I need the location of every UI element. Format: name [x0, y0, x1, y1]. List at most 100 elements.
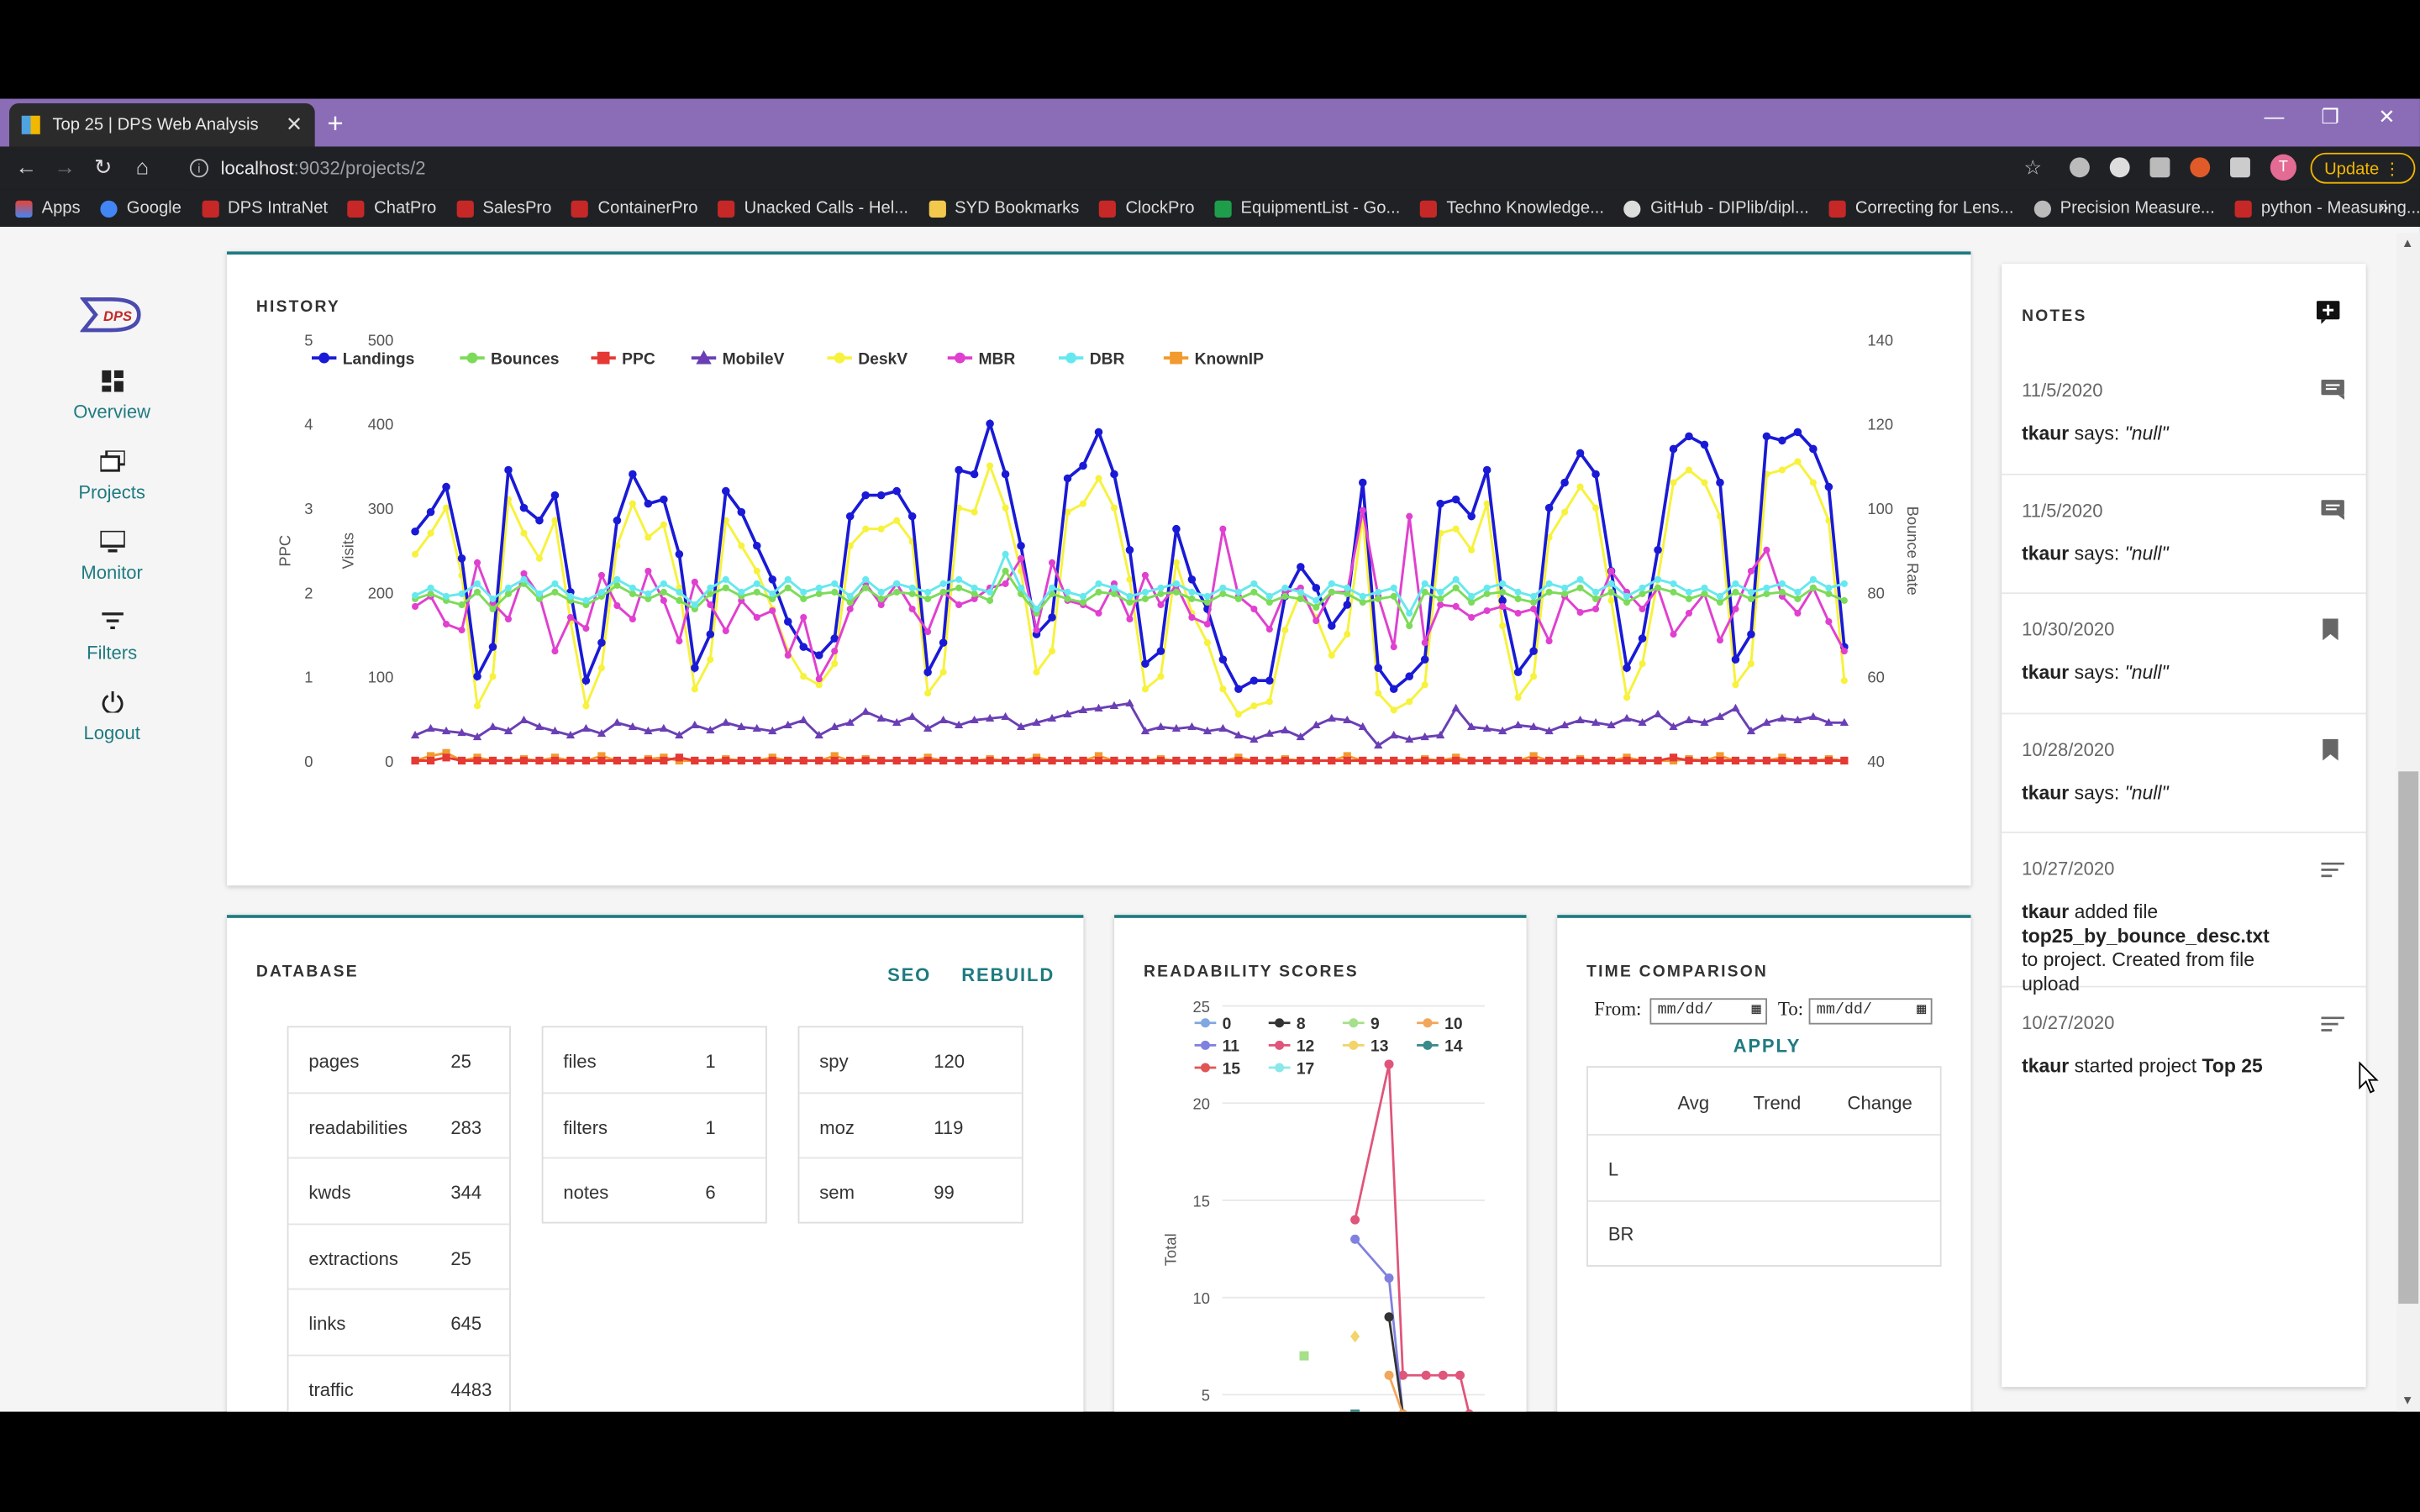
visits-tick-label: 500 — [368, 331, 394, 349]
extension-icon[interactable] — [2109, 157, 2130, 178]
scroll-down-icon[interactable]: ▼ — [2402, 1394, 2414, 1408]
seo-button[interactable]: SEO — [887, 964, 931, 986]
scrollbar-thumb[interactable] — [2398, 771, 2419, 1305]
close-tab-icon[interactable]: ✕ — [286, 113, 302, 137]
notes-icon[interactable] — [2321, 858, 2344, 878]
from-date-input[interactable]: mm/dd/ ▦ — [1649, 998, 1768, 1025]
browser-tab[interactable]: Top 25 | DPS Web Analysis ✕ — [9, 103, 315, 147]
nav-monitor[interactable]: Monitor — [0, 529, 224, 583]
app-content: DPS Overview Projects Monitor Filters Lo… — [0, 226, 2420, 1412]
comment-icon[interactable] — [2321, 379, 2344, 400]
data-point — [1468, 613, 1476, 622]
nav-overview[interactable]: Overview — [0, 370, 224, 423]
home-icon[interactable]: ⌂ — [136, 155, 150, 179]
reload-icon[interactable]: ↻ — [94, 155, 113, 181]
stat-value: 25 — [450, 1050, 471, 1073]
table-row: files 1 — [543, 1027, 766, 1094]
puzzle-icon[interactable] — [2230, 157, 2250, 178]
bookmarks-more-button[interactable]: » — [2378, 196, 2388, 218]
bookmark-item[interactable]: python - Measuring... — [2234, 199, 2420, 218]
data-point — [1125, 546, 1134, 554]
bookmark-item[interactable]: GitHub - DIPlib/dipl... — [1623, 199, 1809, 218]
bookmark-icon — [100, 199, 118, 218]
bookmark-item[interactable]: EquipmentList - Go... — [1214, 199, 1400, 218]
nav-filters[interactable]: Filters — [0, 611, 224, 664]
data-point — [1157, 673, 1165, 680]
data-point — [1530, 673, 1538, 680]
bookmark-item[interactable]: Google — [100, 199, 182, 218]
extension-icon[interactable] — [2190, 157, 2211, 178]
apply-button[interactable]: APPLY — [1733, 1035, 1802, 1057]
bookmark-item[interactable]: SalesPro — [456, 199, 551, 218]
profile-avatar[interactable]: T — [2270, 154, 2297, 181]
bookmark-icon[interactable] — [2321, 618, 2344, 641]
bounce-rate-tick-label: 60 — [1867, 669, 1884, 686]
nav-logout[interactable]: Logout — [0, 690, 224, 744]
data-point — [1499, 622, 1507, 630]
bookmark-item[interactable]: Precision Measure... — [2033, 199, 2215, 218]
data-point — [426, 723, 435, 732]
data-point — [581, 756, 591, 765]
comment-icon[interactable] — [2321, 499, 2344, 520]
note-user: tkaur — [2022, 661, 2070, 684]
bookmark-item[interactable]: ContainerPro — [571, 199, 698, 218]
data-point — [1421, 580, 1428, 587]
update-button[interactable]: Update ⋮ — [2310, 152, 2415, 184]
data-point — [676, 588, 683, 596]
readability-chart[interactable]: 25 20 15 10 5 Total 0 8 9 10 11 12 13 14 15 17 — [1114, 918, 1526, 1412]
note-user: tkaur — [2022, 542, 2070, 564]
to-date-input[interactable]: mm/dd/ ▦ — [1808, 998, 1933, 1025]
data-point — [442, 482, 450, 491]
close-window-icon[interactable]: ✕ — [2378, 105, 2395, 129]
database-table-2: files 1 filters 1 notes 6 — [541, 1026, 767, 1224]
rebuild-button[interactable]: REBUILD — [961, 964, 1055, 986]
bookmark-item[interactable]: ChatPro — [347, 199, 436, 218]
data-point — [955, 601, 963, 609]
data-point — [1825, 617, 1833, 626]
notes-icon[interactable] — [2321, 1012, 2344, 1032]
restore-icon[interactable]: ❐ — [2321, 105, 2338, 129]
bookmark-item[interactable]: Correcting for Lens... — [1828, 199, 2014, 218]
forward-icon[interactable]: → — [54, 155, 76, 179]
data-point — [1064, 595, 1071, 602]
bookmark-item[interactable]: ClockPro — [1099, 199, 1194, 218]
add-note-icon[interactable] — [2316, 301, 2340, 332]
stat-name: spy — [819, 1050, 849, 1073]
address-bar[interactable]: i localhost:9032/projects/2 ☆ — [174, 150, 2060, 186]
calendar-icon[interactable]: ▦ — [1752, 1001, 1761, 1020]
data-point — [1732, 681, 1739, 689]
minimize-icon[interactable]: — — [2264, 105, 2284, 129]
data-point — [1094, 428, 1103, 437]
extension-icon[interactable] — [2070, 157, 2090, 178]
extension-icon[interactable] — [2149, 157, 2170, 178]
new-tab-button[interactable]: + — [327, 108, 343, 141]
bookmark-item[interactable]: SYD Bookmarks — [928, 199, 1079, 218]
note-action: added file — [2069, 900, 2159, 923]
data-point — [1063, 756, 1072, 765]
data-point — [457, 756, 466, 765]
bookmarks-bar: Apps Google DPS IntraNet ChatPro SalesPro Con… — [0, 189, 2420, 227]
bookmark-star-icon[interactable]: ☆ — [2024, 156, 2042, 181]
bookmark-item[interactable]: Unacked Calls - Hel... — [718, 199, 908, 218]
calendar-icon[interactable]: ▦ — [1917, 1001, 1926, 1020]
nav-projects[interactable]: Projects — [0, 449, 224, 503]
bookmark-item[interactable]: Apps — [15, 199, 81, 218]
scroll-up-icon[interactable]: ▲ — [2402, 236, 2414, 250]
bookmark-item[interactable]: DPS IntraNet — [201, 199, 328, 218]
data-point — [753, 613, 760, 622]
history-chart[interactable]: 0 1 2 3 4 5 0 100 200 300 400 500 40 60 80 100 120 140 PPC… — [227, 255, 1970, 889]
data-point — [1328, 622, 1336, 630]
data-point — [1716, 478, 1724, 487]
data-point — [1483, 606, 1491, 615]
note-text: tkaur says: "null" — [2022, 423, 2284, 446]
data-point — [986, 596, 994, 604]
legend-marker — [318, 352, 330, 364]
back-icon[interactable]: ← — [15, 155, 37, 179]
stat-name: kwds — [308, 1181, 351, 1204]
site-info-icon[interactable]: i — [189, 159, 208, 178]
bookmark-item[interactable]: Techno Knowledge... — [1420, 199, 1604, 218]
nav-logout-label: Logout — [83, 722, 140, 744]
data-point — [1716, 637, 1724, 644]
y-tick-label: 15 — [1193, 1192, 1210, 1210]
bookmark-icon[interactable] — [2321, 738, 2344, 760]
